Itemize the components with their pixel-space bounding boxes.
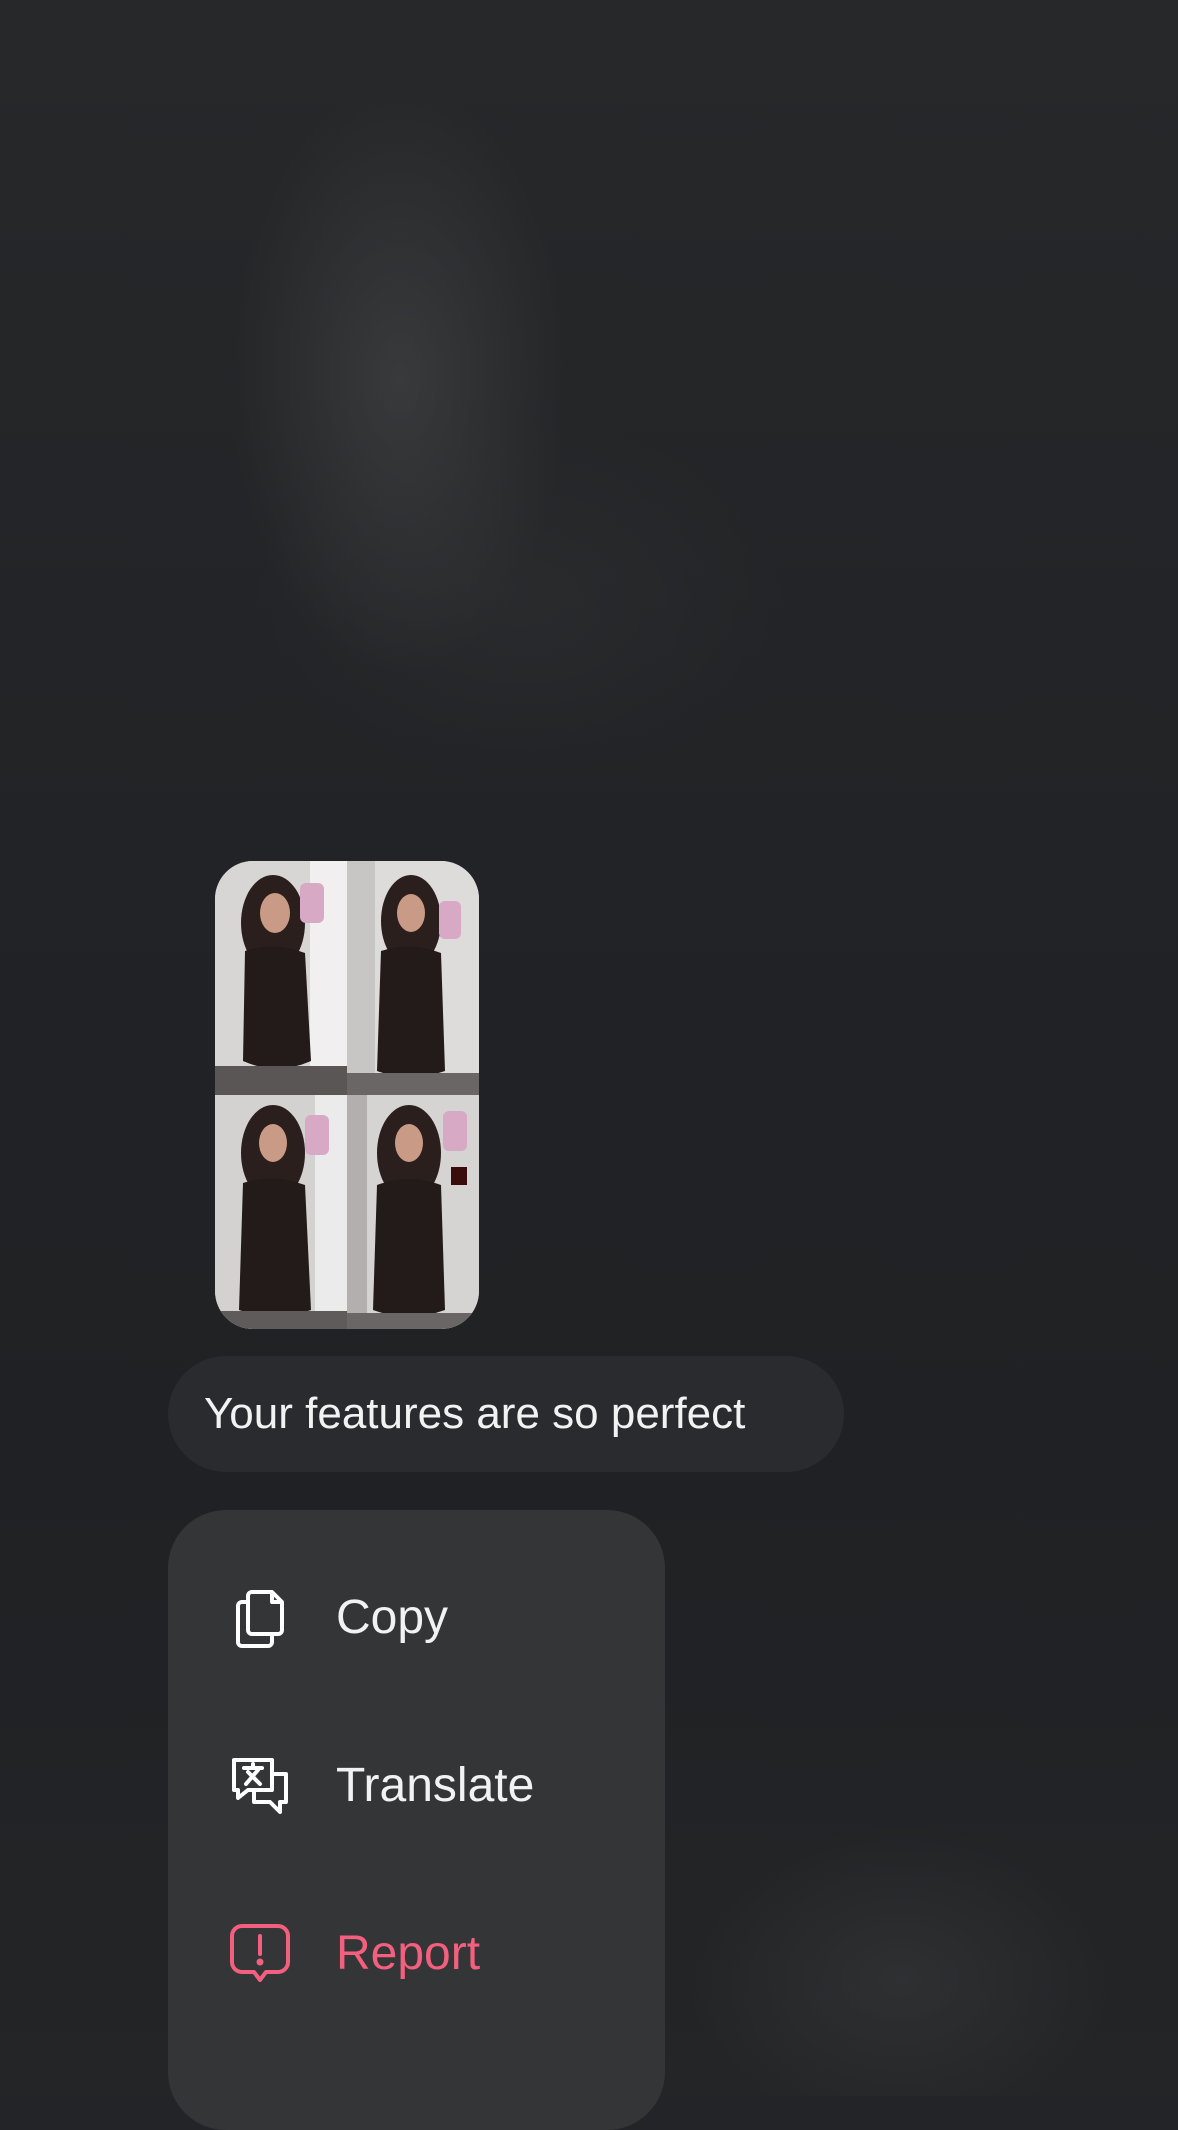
message-bubble[interactable]: Your features are so perfect: [168, 1356, 844, 1472]
photo-image: [215, 861, 347, 1095]
copy-icon: [228, 1586, 292, 1650]
menu-item-copy[interactable]: Copy: [168, 1558, 665, 1678]
message-text: Your features are so perfect: [204, 1389, 746, 1438]
photo-thumbnail[interactable]: [215, 1095, 347, 1329]
translate-label: Translate: [336, 1759, 535, 1812]
photo-thumbnail[interactable]: [347, 861, 479, 1095]
photo-thumbnail[interactable]: [347, 1095, 479, 1329]
report-label: Report: [336, 1927, 481, 1980]
photo-image: [347, 861, 479, 1095]
menu-item-translate[interactable]: Translate: [168, 1726, 665, 1846]
report-icon: [228, 1922, 292, 1986]
photo-thumbnail[interactable]: [215, 861, 347, 1095]
translate-icon: [228, 1754, 292, 1818]
menu-item-report[interactable]: Report: [168, 1894, 665, 2014]
photo-grid-attachment[interactable]: [215, 861, 479, 1329]
context-menu: Copy Translate Report: [168, 1510, 665, 2130]
photo-image: [347, 1095, 479, 1329]
copy-label: Copy: [336, 1591, 449, 1644]
photo-image: [215, 1095, 347, 1329]
